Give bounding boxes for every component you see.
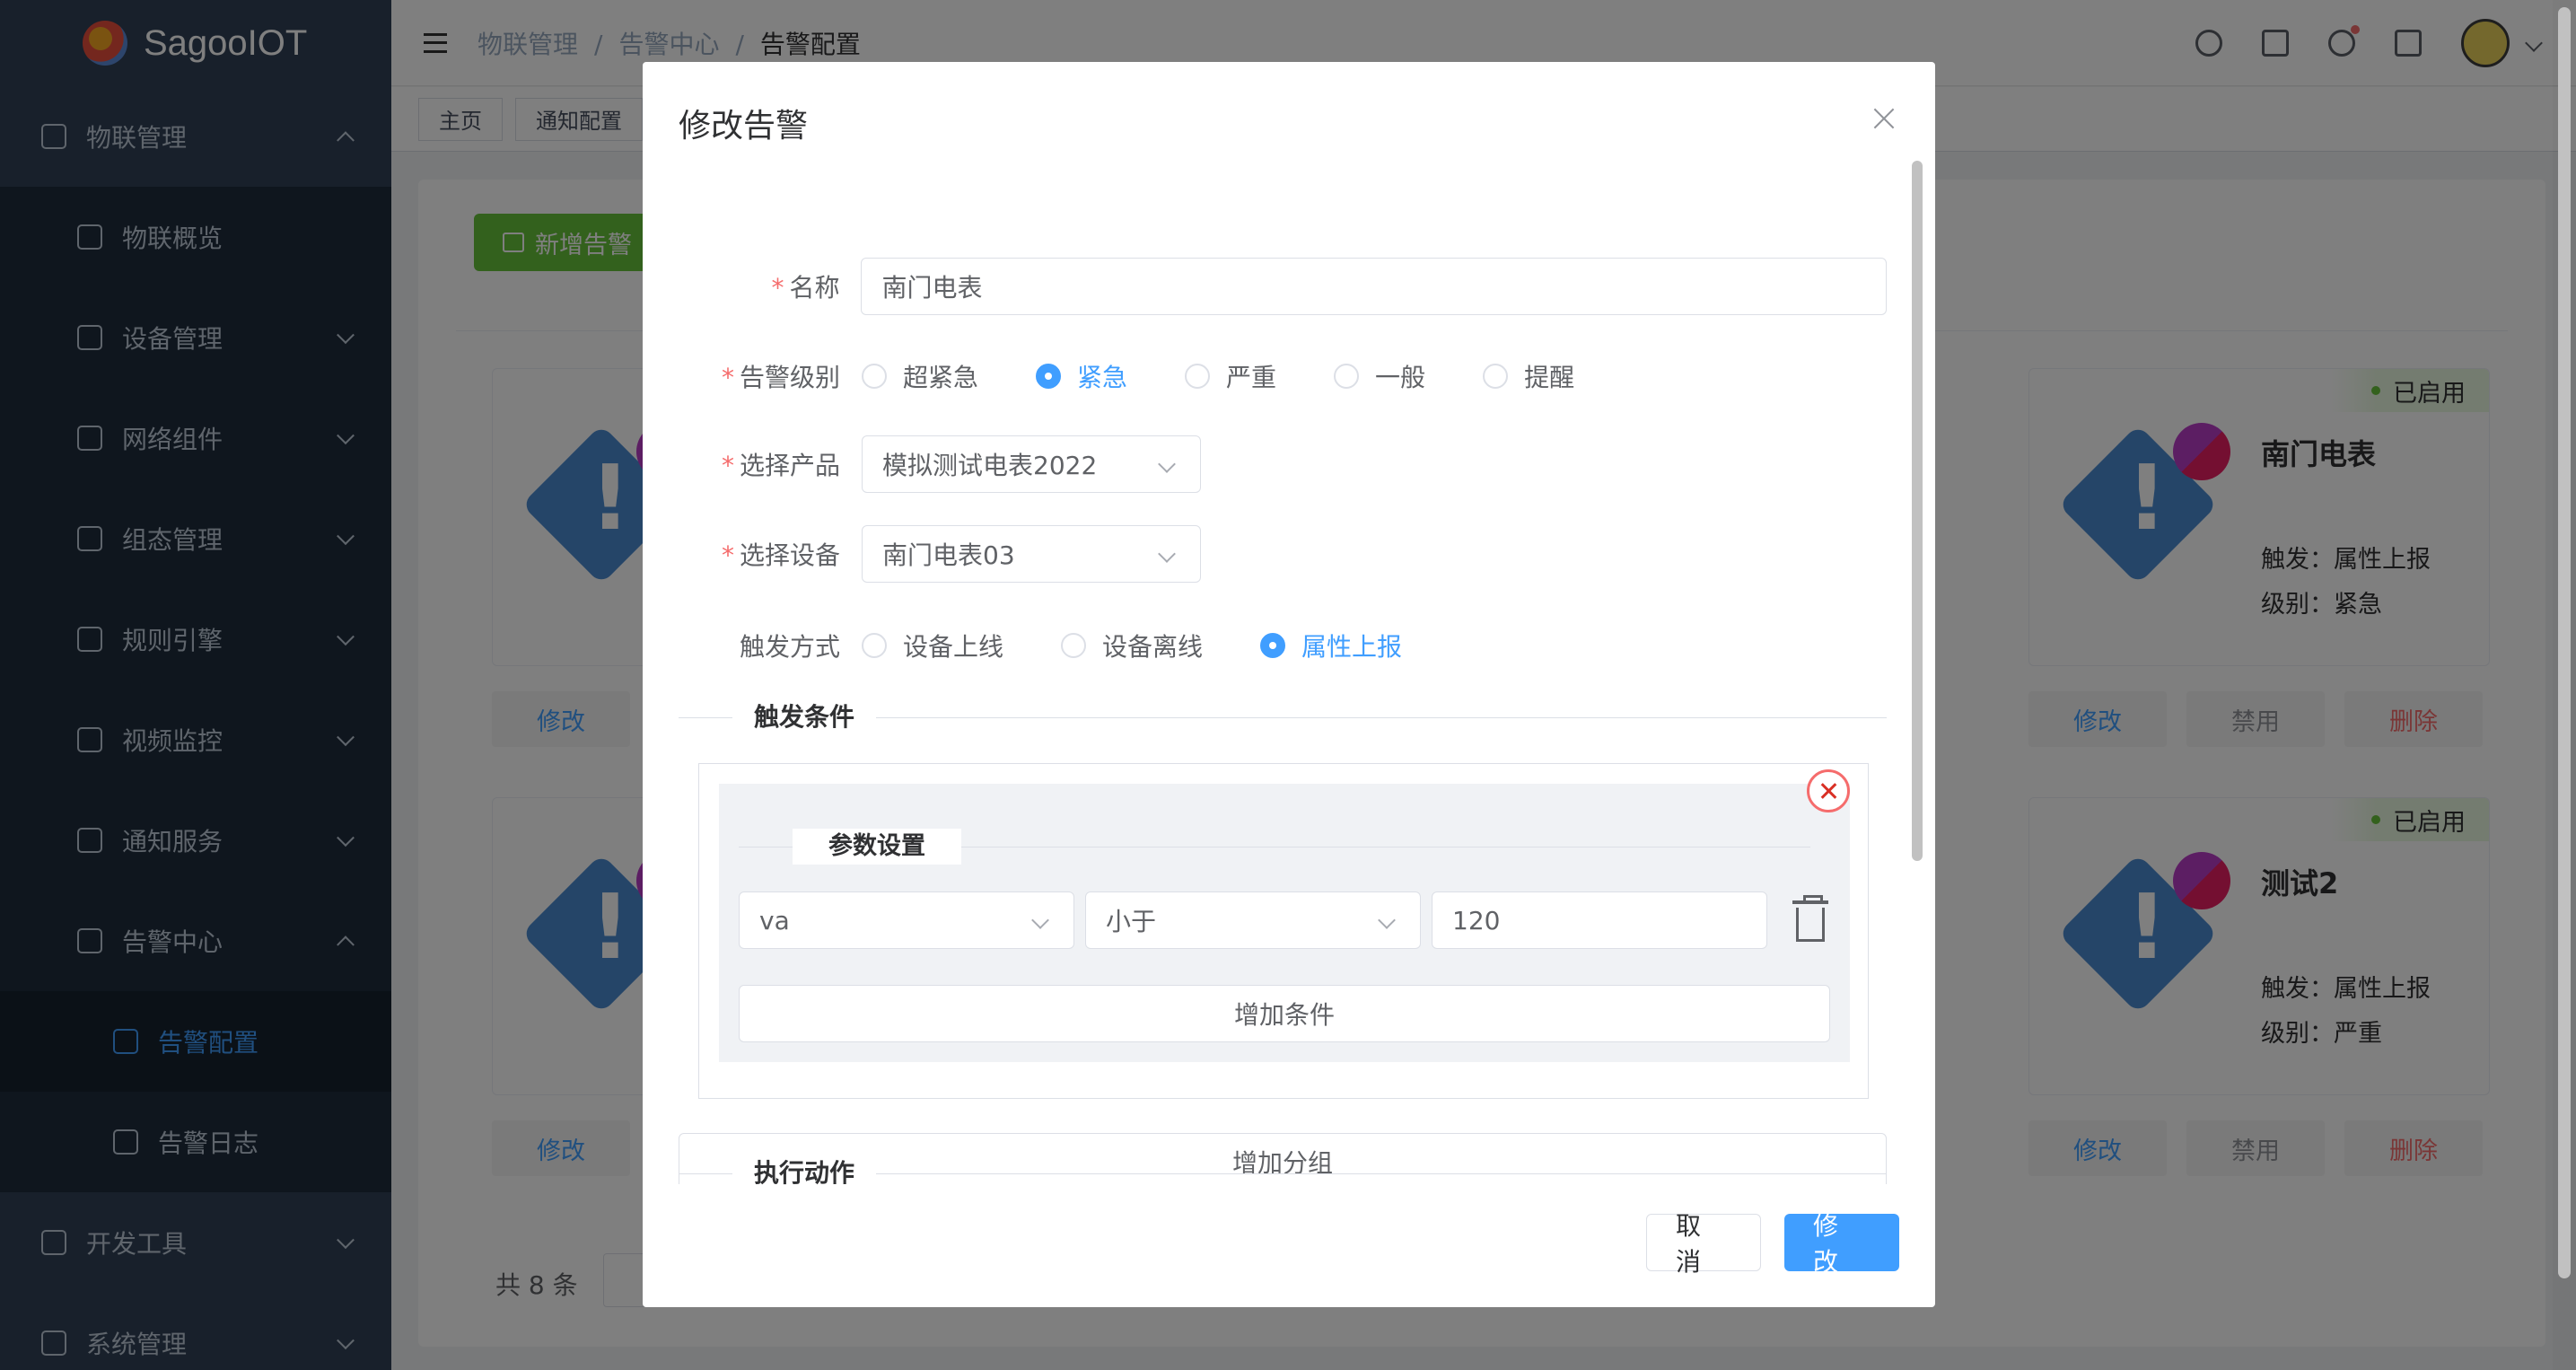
section-actions: 执行动作 [679, 1155, 1887, 1191]
radio-label: 设备上线 [903, 632, 1004, 662]
radio-circle [862, 633, 887, 658]
page-scrollbar[interactable] [2553, 0, 2576, 1370]
section-title: 参数设置 [793, 829, 961, 865]
edit-alarm-dialog: 修改告警 * 名称 南门电表 * 告警级别 超紧急 紧急 严重 一般 提醒 * 选择产… [643, 62, 1935, 1307]
remove-group-icon[interactable] [1807, 769, 1850, 812]
condition-operator-select[interactable]: 小于 [1085, 891, 1421, 949]
name-label: * 名称 [679, 268, 861, 304]
radio-trigger-offline[interactable]: 设备离线 [1061, 628, 1203, 663]
radio-circle [1334, 364, 1360, 389]
chevron-down-icon [1158, 545, 1176, 563]
level-label: * 告警级别 [679, 358, 862, 394]
dialog-body: * 名称 南门电表 * 告警级别 超紧急 紧急 严重 一般 提醒 * 选择产品 模拟测… [679, 161, 1887, 1184]
condition-row: va 小于 120 [739, 891, 1830, 949]
device-select[interactable]: 南门电表03 [862, 525, 1201, 583]
trigger-label: 触发方式 [679, 628, 862, 663]
radio-label: 紧急 [1077, 363, 1128, 392]
close-icon[interactable] [1872, 107, 1896, 130]
radio-circle [862, 364, 887, 389]
radio-circle [1260, 633, 1286, 658]
chevron-down-icon [1158, 455, 1176, 473]
product-select[interactable]: 模拟测试电表2022 [862, 435, 1201, 493]
form-row-level: * 告警级别 超紧急 紧急 严重 一般 提醒 [679, 347, 1887, 405]
required-mark: * [721, 540, 734, 570]
condition-field-value: va [759, 905, 790, 935]
radio-circle [1483, 364, 1509, 389]
radio-level-serious[interactable]: 严重 [1185, 358, 1276, 394]
add-condition-label: 增加条件 [1233, 1000, 1335, 1030]
form-row-device: * 选择设备 南门电表03 [679, 525, 1887, 583]
device-label: * 选择设备 [679, 536, 862, 572]
dialog-footer: 取 消 修 改 [1646, 1211, 1899, 1277]
trigger-label-text: 触发方式 [739, 632, 840, 662]
device-value: 南门电表03 [882, 540, 1015, 570]
section-title: 执行动作 [732, 1155, 877, 1191]
cancel-button[interactable]: 取 消 [1646, 1211, 1761, 1277]
section-title: 触发条件 [732, 699, 877, 735]
chevron-down-icon [1378, 911, 1396, 929]
radio-level-super-urgent[interactable]: 超紧急 [862, 358, 978, 394]
form-row-trigger: 触发方式 设备上线 设备离线 属性上报 [679, 617, 1887, 674]
product-value: 模拟测试电表2022 [882, 451, 1098, 480]
section-param-settings: 参数设置 [739, 829, 1810, 865]
trigger-radio-group: 设备上线 设备离线 属性上报 [862, 628, 1459, 663]
condition-group: 参数设置 va 小于 120 增加条件 [698, 763, 1869, 1099]
condition-value: 120 [1452, 905, 1501, 935]
name-value: 南门电表 [881, 273, 983, 303]
condition-value-input[interactable]: 120 [1432, 891, 1767, 949]
radio-label: 设备离线 [1102, 632, 1204, 662]
level-label-text: 告警级别 [739, 363, 840, 392]
required-mark: * [771, 273, 784, 303]
add-condition-button[interactable]: 增加条件 [739, 985, 1830, 1042]
radio-level-normal[interactable]: 一般 [1334, 358, 1425, 394]
radio-label: 属性上报 [1301, 632, 1403, 662]
radio-label: 提醒 [1524, 363, 1575, 392]
radio-label: 超紧急 [903, 363, 979, 392]
form-row-product: * 选择产品 模拟测试电表2022 [679, 435, 1887, 493]
form-row-name: * 名称 南门电表 [679, 258, 1887, 315]
scrollbar-thumb[interactable] [2558, 7, 2571, 1278]
chevron-down-icon [1031, 911, 1049, 929]
name-label-text: 名称 [789, 273, 840, 303]
condition-field-select[interactable]: va [739, 891, 1074, 949]
radio-trigger-property-report[interactable]: 属性上报 [1260, 628, 1402, 663]
radio-circle [1185, 364, 1211, 389]
required-mark: * [721, 363, 734, 392]
radio-trigger-online[interactable]: 设备上线 [862, 628, 1003, 663]
dialog-title: 修改告警 [679, 108, 809, 145]
condition-operator-value: 小于 [1106, 907, 1157, 936]
device-label-text: 选择设备 [739, 540, 840, 570]
level-radio-group: 超紧急 紧急 严重 一般 提醒 [862, 358, 1632, 394]
condition-group-inner: 参数设置 va 小于 120 增加条件 [719, 769, 1850, 1062]
radio-circle [1036, 364, 1062, 389]
trash-icon[interactable] [1791, 895, 1830, 944]
product-label-text: 选择产品 [739, 451, 840, 480]
radio-label: 严重 [1226, 363, 1277, 392]
name-input[interactable]: 南门电表 [861, 258, 1887, 315]
product-label: * 选择产品 [679, 446, 862, 482]
radio-level-reminder[interactable]: 提醒 [1483, 358, 1574, 394]
radio-label: 一般 [1375, 363, 1426, 392]
radio-level-urgent[interactable]: 紧急 [1036, 358, 1127, 394]
section-trigger-conditions: 触发条件 [679, 699, 1887, 735]
dialog-scrollbar[interactable] [1912, 161, 1923, 861]
required-mark: * [721, 451, 734, 480]
submit-button[interactable]: 修 改 [1784, 1211, 1899, 1277]
radio-circle [1061, 633, 1087, 658]
